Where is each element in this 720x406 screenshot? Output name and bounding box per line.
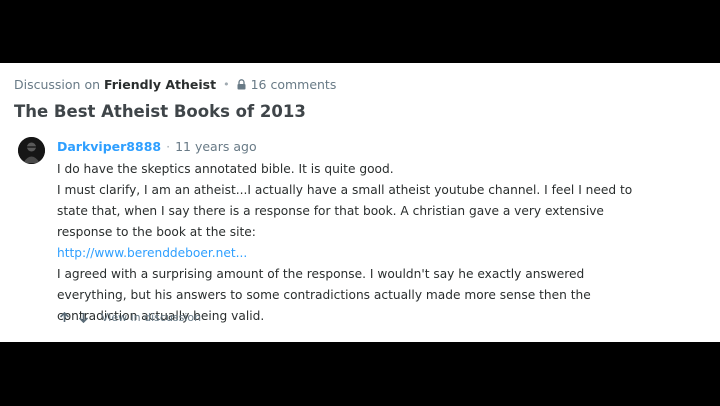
- thread-title[interactable]: The Best Atheist Books of 2013: [14, 102, 306, 121]
- comment-paragraph: I do have the skeptics annotated bible. …: [57, 162, 394, 176]
- lock-icon: [237, 79, 246, 90]
- arrow-down-icon[interactable]: [78, 312, 89, 323]
- external-link[interactable]: http://www.berenddeboer.net...: [57, 246, 247, 260]
- author-name[interactable]: Darkviper8888: [57, 139, 161, 154]
- view-in-discussion-link[interactable]: View in discussion: [101, 311, 201, 324]
- site-name-link[interactable]: Friendly Atheist: [104, 77, 216, 92]
- comment-actions: View in discussion: [59, 311, 201, 324]
- comment-card: Discussion on Friendly Atheist • 16 comm…: [0, 63, 720, 342]
- comment-header: Darkviper8888 · 11 years ago: [57, 139, 257, 154]
- discussion-meta: Discussion on Friendly Atheist • 16 comm…: [14, 77, 336, 92]
- meta-separator: •: [223, 78, 230, 91]
- avatar-image: [18, 137, 45, 164]
- arrow-up-icon[interactable]: [59, 312, 70, 323]
- comments-count[interactable]: 16 comments: [251, 77, 337, 92]
- comment-body: I do have the skeptics annotated bible. …: [57, 159, 657, 327]
- discussion-prefix: Discussion on: [14, 77, 101, 92]
- header-separator: ·: [166, 139, 171, 154]
- avatar[interactable]: [18, 137, 45, 164]
- comment-timestamp[interactable]: 11 years ago: [175, 139, 257, 154]
- comment-paragraph: I must clarify, I am an atheist...I actu…: [57, 183, 633, 239]
